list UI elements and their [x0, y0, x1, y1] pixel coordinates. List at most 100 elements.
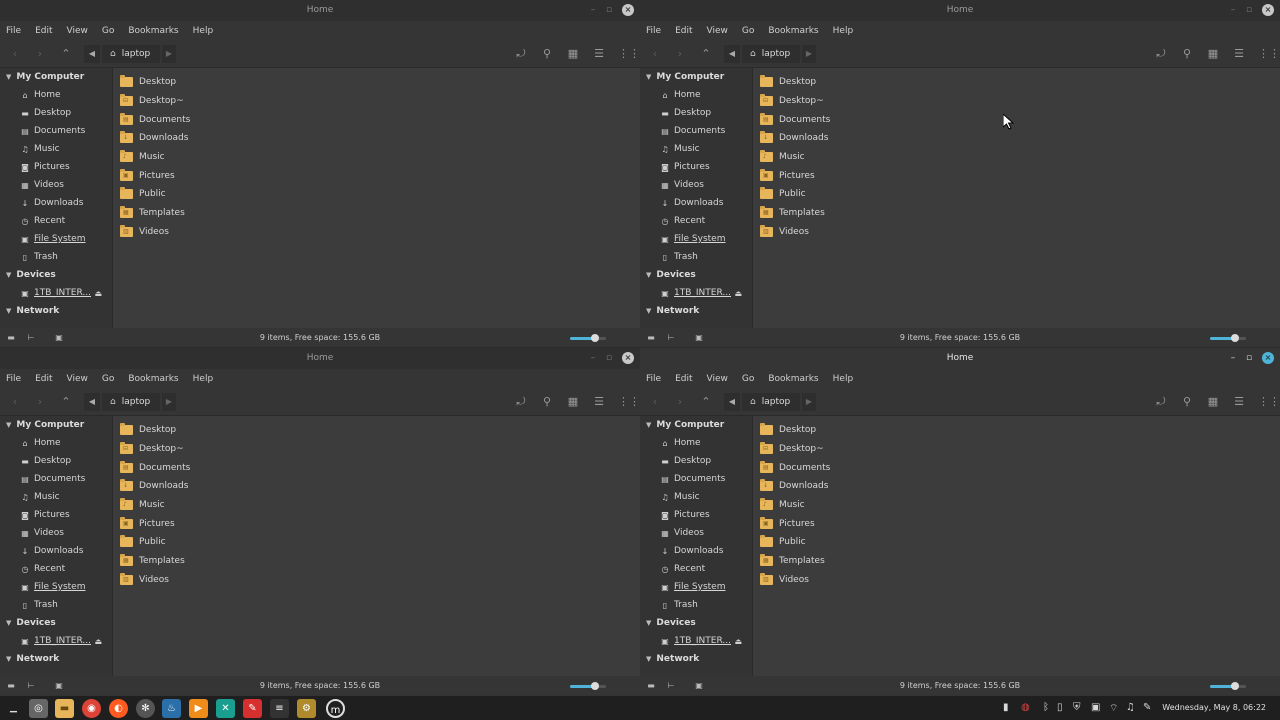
back-icon[interactable]: ‹	[648, 47, 662, 61]
back-icon[interactable]: ‹	[8, 47, 22, 61]
sidebar-section-devices[interactable]: ▼ Devices	[0, 266, 112, 284]
steam-icon[interactable]: ♨	[162, 699, 181, 718]
menu-help[interactable]: Help	[833, 26, 854, 36]
sidebar-item-downloads[interactable]: ↓ Downloads	[640, 194, 752, 212]
toggle-location-icon[interactable]: ⤾	[1154, 47, 1168, 61]
bluetooth-icon[interactable]: ᛒ	[1043, 702, 1049, 713]
menu-file[interactable]: File	[646, 374, 661, 384]
minimize-button[interactable]: –	[1226, 351, 1240, 365]
sidebar-item-trash[interactable]: ▯ Trash	[640, 596, 752, 614]
breadcrumb-left-button[interactable]: ◀	[84, 393, 100, 411]
menu-go[interactable]: Go	[742, 374, 754, 384]
list-item[interactable]: ♪ Music	[114, 148, 640, 167]
list-item[interactable]: ♪ Music	[754, 148, 1280, 167]
trash-tray-icon[interactable]: ▮	[1003, 702, 1009, 713]
list-item[interactable]: ▥ Videos	[754, 571, 1280, 590]
breadcrumb[interactable]: ⌂ laptop	[102, 393, 160, 411]
search-icon[interactable]: ⚲	[1180, 395, 1194, 409]
close-button[interactable]: ×	[1262, 352, 1274, 364]
list-view-icon[interactable]: ☰	[592, 395, 606, 409]
list-item[interactable]: ⊟ Desktop~	[114, 440, 640, 459]
list-item[interactable]: ▥ Videos	[114, 571, 640, 590]
forward-icon[interactable]: ›	[33, 47, 47, 61]
zoom-slider[interactable]	[570, 334, 606, 342]
eject-icon[interactable]: ⏏	[734, 289, 742, 298]
sidebar-item-desktop[interactable]: ▬ Desktop	[640, 452, 752, 470]
menu-file[interactable]: File	[6, 374, 21, 384]
sidebar-section-devices[interactable]: ▼ Devices	[0, 614, 112, 632]
sidebar-section-network[interactable]: ▼ Network	[640, 302, 752, 320]
sidebar-item-drive[interactable]: ▣ 1TB_INTER... ⏏	[0, 284, 112, 302]
minimize-button[interactable]: –	[586, 3, 600, 17]
list-item[interactable]: ↓ Downloads	[754, 129, 1280, 148]
forward-icon[interactable]: ›	[673, 395, 687, 409]
settings-icon[interactable]: ✻	[136, 699, 155, 718]
menu-edit[interactable]: Edit	[35, 374, 52, 384]
maximize-button[interactable]: ▫	[602, 351, 616, 365]
list-item[interactable]: Desktop	[754, 421, 1280, 440]
sidebar-section-devices[interactable]: ▼ Devices	[640, 266, 752, 284]
zoom-slider[interactable]	[1210, 682, 1246, 690]
sound-icon[interactable]: ♫	[1126, 702, 1135, 713]
compact-view-icon[interactable]: ⋮⋮	[618, 47, 640, 61]
sidebar-item-trash[interactable]: ▯ Trash	[640, 248, 752, 266]
list-item[interactable]: ▣ Pictures	[754, 514, 1280, 533]
icon-view-icon[interactable]: ▦	[566, 395, 580, 409]
menu-bookmarks[interactable]: Bookmarks	[768, 26, 818, 36]
maximize-button[interactable]: ▫	[602, 3, 616, 17]
list-item[interactable]: ▤ Documents	[114, 110, 640, 129]
close-button[interactable]: ×	[1262, 4, 1274, 16]
list-item[interactable]: ⊟ Desktop~	[754, 92, 1280, 111]
list-item[interactable]: Public	[114, 533, 640, 552]
list-view-icon[interactable]: ☰	[1232, 395, 1246, 409]
shield-icon[interactable]: ⛨	[1073, 702, 1081, 713]
maximize-button[interactable]: ▫	[1242, 3, 1256, 17]
sidebar-item-desktop[interactable]: ▬ Desktop	[640, 104, 752, 122]
list-item[interactable]: Public	[754, 185, 1280, 204]
kodi-icon[interactable]: ✕	[216, 699, 235, 718]
up-icon[interactable]: ⌃	[699, 395, 713, 409]
maximize-button[interactable]: ▫	[1242, 351, 1256, 365]
sidebar-item-music[interactable]: ♫ Music	[640, 140, 752, 158]
sidebar-item-recent[interactable]: ◷ Recent	[0, 212, 112, 230]
notes-icon[interactable]: ✎	[1143, 702, 1151, 713]
breadcrumb-left-button[interactable]: ◀	[84, 45, 100, 63]
sidebar-item-videos[interactable]: ▦ Videos	[0, 176, 112, 194]
sidebar-item-home[interactable]: ⌂ Home	[640, 86, 752, 104]
list-item[interactable]: Desktop	[114, 73, 640, 92]
list-item[interactable]: ♪ Music	[754, 496, 1280, 515]
firefox-icon[interactable]: ◐	[109, 699, 128, 718]
menu-view[interactable]: View	[707, 26, 728, 36]
list-item[interactable]: ⊟ Desktop~	[114, 92, 640, 111]
list-item[interactable]: ▣ Pictures	[754, 166, 1280, 185]
menu-go[interactable]: Go	[102, 26, 114, 36]
tool-icon[interactable]: ✎	[243, 699, 262, 718]
menu-file[interactable]: File	[6, 26, 21, 36]
sidebar-item-downloads[interactable]: ↓ Downloads	[0, 194, 112, 212]
sidebar-item-desktop[interactable]: ▬ Desktop	[0, 104, 112, 122]
list-item[interactable]: ▤ Documents	[114, 458, 640, 477]
breadcrumb[interactable]: ⌂ laptop	[742, 45, 800, 63]
list-item[interactable]: Desktop	[754, 73, 1280, 92]
sidebar-item-pictures[interactable]: ◙ Pictures	[640, 506, 752, 524]
toggle-location-icon[interactable]: ⤾	[1154, 395, 1168, 409]
minimize-button[interactable]: –	[586, 351, 600, 365]
breadcrumb-right-button[interactable]: ▶	[802, 393, 816, 411]
titlebar[interactable]: Home – ▫ ×	[640, 348, 1280, 369]
sidebar-section-network[interactable]: ▼ Network	[640, 650, 752, 668]
list-item[interactable]: ▥ Videos	[754, 223, 1280, 242]
sidebar-item-drive[interactable]: ▣ 1TB_INTER... ⏏	[640, 284, 752, 302]
list-item[interactable]: Desktop	[114, 421, 640, 440]
minimize-button[interactable]: –	[1226, 3, 1240, 17]
sidebar-item-trash[interactable]: ▯ Trash	[0, 248, 112, 266]
sidebar-item-documents[interactable]: ▤ Documents	[0, 470, 112, 488]
menu-edit[interactable]: Edit	[35, 26, 52, 36]
list-item[interactable]: ♪ Music	[114, 496, 640, 515]
search-icon[interactable]: ⚲	[540, 47, 554, 61]
list-item[interactable]: ▣ Pictures	[114, 166, 640, 185]
menu-go[interactable]: Go	[742, 26, 754, 36]
eject-icon[interactable]: ⏏	[734, 637, 742, 646]
menu-edit[interactable]: Edit	[675, 26, 692, 36]
sidebar-item-file-system[interactable]: ▣ File System	[640, 230, 752, 248]
sidebar-item-pictures[interactable]: ◙ Pictures	[0, 158, 112, 176]
